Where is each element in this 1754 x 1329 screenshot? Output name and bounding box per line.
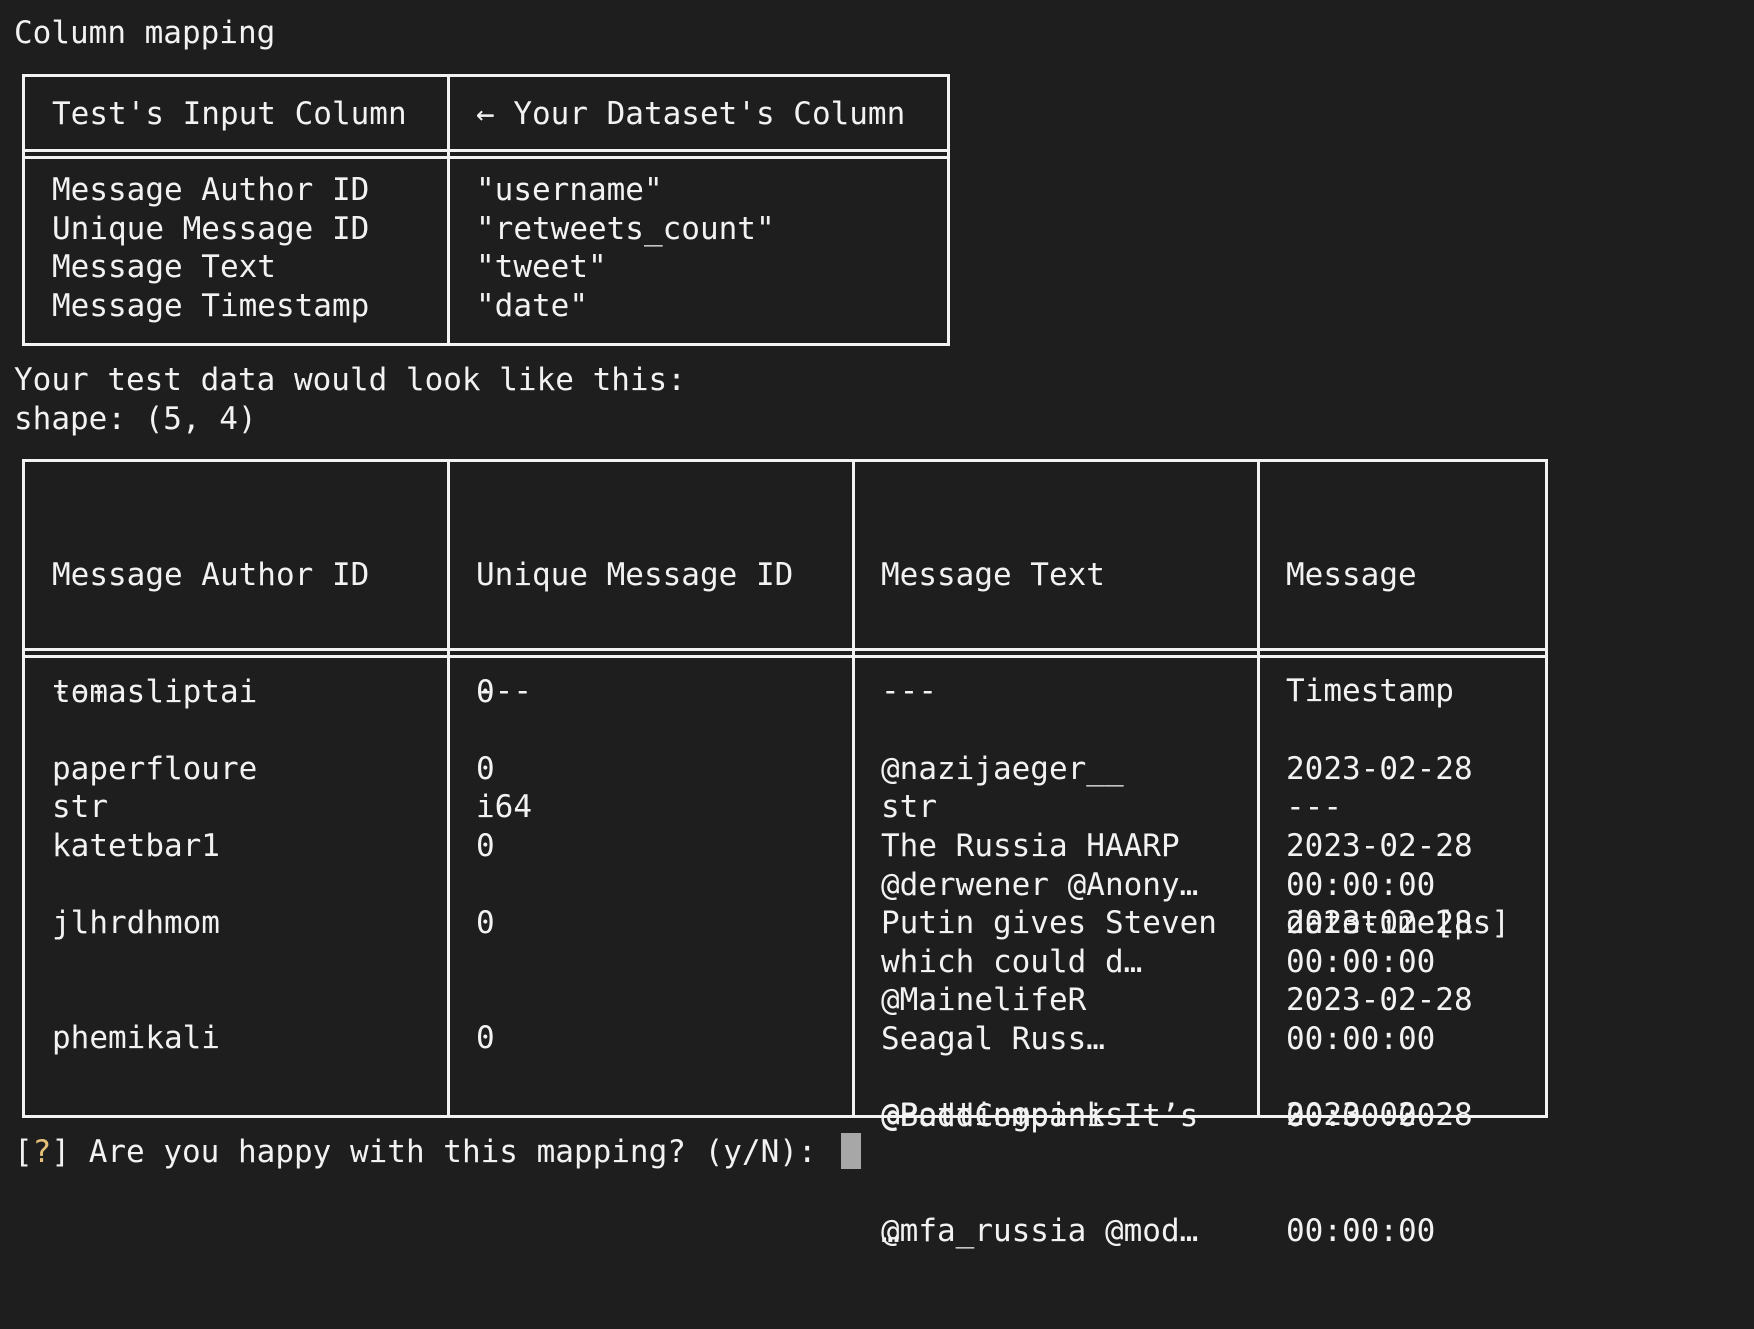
cell-timestamp: 2023-02-28 00:00:00 (1286, 1019, 1473, 1328)
cell-id: 0 (476, 674, 495, 710)
cell-timestamp-date: 2023-02-28 (1286, 982, 1473, 1019)
prompt-question: Are you happy with this mapping? (y/N): (88, 1134, 817, 1170)
column-header-id-sep: --- (476, 672, 532, 709)
mapping-column-divider (447, 77, 450, 343)
prompt-open-bracket: [ (14, 1134, 33, 1170)
cell-author: tomasliptai (52, 674, 258, 710)
column-header-id: Unique Message ID --- i64 (476, 479, 793, 904)
cell-timestamp-time: 00:00:00 (1286, 1212, 1436, 1249)
cell-timestamp-date: 2023-02-28 (1286, 1097, 1473, 1134)
cell-text-line: @Pottingpinks (881, 1097, 1124, 1134)
cell-id: 0 (476, 751, 495, 787)
cell-text-line: @mfa_russia @mod… (881, 1212, 1199, 1249)
confirm-prompt: [?] Are you happy with this mapping? (y/… (14, 1133, 862, 1172)
prompt-question-marker: ? (32, 1134, 52, 1170)
cell-id: 0 (476, 828, 495, 864)
mapping-row-1-input: Unique Message ID (52, 211, 370, 247)
cell-id: 0 (476, 1020, 495, 1056)
cell-author: paperfloure (52, 751, 258, 787)
preview-intro: Your test data would look like this: (14, 362, 686, 398)
cell-id: 0 (476, 905, 495, 941)
mapping-row-0-input: Message Author ID (52, 172, 370, 208)
cell-author: phemikali (52, 1020, 220, 1056)
column-header-text-name: Message Text (881, 557, 1105, 594)
data-col-divider-2 (852, 462, 855, 1115)
mapping-header-separator (25, 149, 947, 159)
mapping-table: Test's Input Column ← Your Dataset's Col… (22, 74, 950, 346)
data-col-divider-3-dashed (1257, 659, 1260, 1115)
shape-line: shape: (5, 4) (14, 401, 257, 437)
heading: Column mapping (14, 15, 276, 51)
column-header-id-name: Unique Message ID (476, 557, 794, 594)
column-header-author-name: Message Author ID (52, 557, 370, 594)
column-header-timestamp-name-1: Message (1286, 557, 1417, 594)
column-header-id-dtype: i64 (476, 788, 532, 825)
cell-author: jlhrdhmom (52, 905, 220, 941)
column-header-author-dtype: str (52, 788, 108, 825)
terminal-cursor[interactable] (841, 1133, 862, 1169)
mapping-row-2-dataset: "tweet" (476, 249, 607, 285)
mapping-header-dataset: ← Your Dataset's Column (476, 96, 906, 132)
mapping-row-3-input: Message Timestamp (52, 288, 370, 324)
data-preview-table: Message Author ID --- str Unique Message… (22, 459, 1548, 1250)
data-col-divider-1-dashed (447, 659, 450, 1115)
prompt-close-bracket: ] (51, 1134, 71, 1170)
cell-author: katetbar1 (52, 828, 220, 864)
cell-text: @Pottingpinks @mfa_russia @mod… (881, 1019, 1198, 1328)
mapping-header-input: Test's Input Column (52, 96, 407, 132)
mapping-row-2-input: Message Text (52, 249, 276, 285)
mapping-row-1-dataset: "retweets_count" (476, 211, 775, 247)
cell-text-line: @MainelifeR (881, 982, 1087, 1019)
mapping-row-3-dataset: "date" (476, 288, 588, 324)
mapping-row-0-dataset: "username" (476, 172, 663, 208)
